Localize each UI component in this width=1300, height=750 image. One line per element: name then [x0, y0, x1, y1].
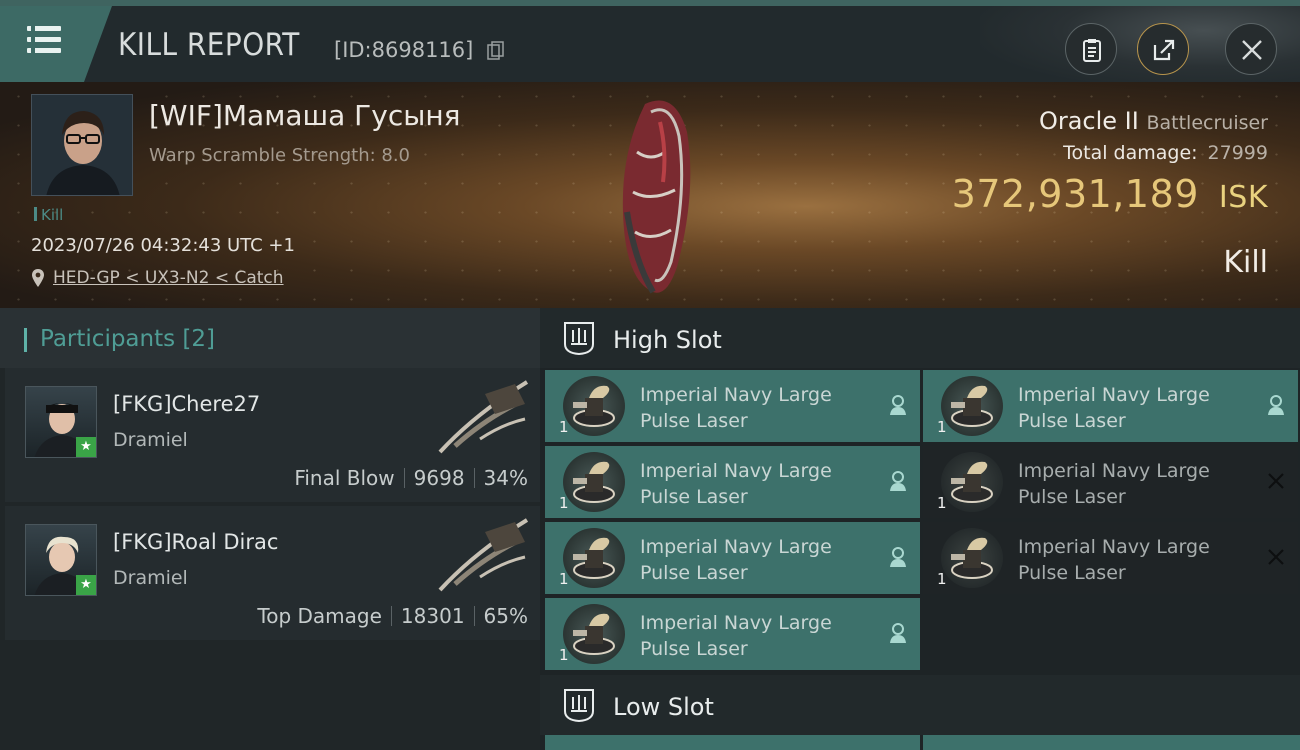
isk-value: 372,931,189 ISK [951, 172, 1268, 216]
destroyed-x-icon [1268, 549, 1284, 565]
fitting-panel: High Slot 1 Imperial Navy Large Pulse Lase… [540, 308, 1300, 750]
pulse-laser-icon [941, 452, 1003, 512]
kill-tag: Kill [34, 206, 63, 224]
participant-stats: Final Blow 9698 34% [294, 466, 528, 490]
clipboard-button[interactable] [1065, 23, 1117, 75]
participant-row[interactable]: ★ [FKG]Chere27 Dramiel Final Blow 9698 34% [5, 368, 540, 502]
high-slot-header: High Slot [540, 308, 1300, 368]
module-quantity: 1 [937, 570, 947, 588]
participant-name[interactable]: [FKG]Roal Dirac [113, 530, 278, 554]
low-slot-icon [564, 689, 594, 723]
dropped-person-icon [890, 471, 906, 491]
module-quantity: 1 [937, 418, 947, 436]
star-icon: ★ [76, 575, 96, 595]
module-tile[interactable]: 1 Imperial Navy Large Pulse Laser [545, 522, 920, 594]
participant-avatar[interactable]: ★ [25, 386, 97, 458]
top-bar: KILL REPORT [ID:8698116] [0, 0, 1300, 88]
menu-button[interactable] [0, 6, 112, 82]
module-quantity: 1 [559, 646, 569, 664]
total-damage: Total damage: 27999 [1063, 142, 1268, 164]
victim-name[interactable]: [WIF]Мамаша Гусыня [149, 99, 460, 132]
kill-location-link[interactable]: HED-GP < UX3-N2 < Catch [53, 268, 284, 288]
victim-portrait[interactable] [31, 94, 133, 196]
dropped-person-icon [890, 395, 906, 415]
participant-row[interactable]: ★ [FKG]Roal Dirac Dramiel Top Damage 1830… [5, 506, 540, 640]
victim-avatar-image [32, 95, 132, 195]
module-name: Imperial Navy Large Pulse Laser [640, 536, 832, 584]
module-tile[interactable]: 1 Imperial Navy Large Pulse Laser [923, 446, 1298, 518]
participant-ship-image[interactable] [425, 512, 535, 592]
pulse-laser-icon [941, 528, 1003, 588]
pulse-laser-icon [563, 528, 625, 588]
destroyed-x-icon [1268, 473, 1284, 489]
close-icon [1242, 40, 1262, 60]
share-icon [1153, 39, 1175, 61]
participants-panel: Participants [2] ★ [FKG]Chere27 Dramiel … [0, 308, 540, 750]
module-name: Imperial Navy Large Pulse Laser [640, 384, 832, 432]
pulse-laser-icon [563, 452, 625, 512]
module-name: Imperial Navy Large Pulse Laser [640, 460, 832, 508]
page-title: KILL REPORT [118, 27, 300, 63]
participant-avatar[interactable]: ★ [25, 524, 97, 596]
low-slot-header: Low Slot [540, 675, 1300, 735]
close-button[interactable] [1225, 23, 1277, 75]
participant-ship-image[interactable] [425, 374, 535, 454]
victim-ship-name[interactable]: Oracle II Battlecruiser [1039, 107, 1268, 135]
report-id: [ID:8698116] [334, 38, 474, 62]
module-name: Imperial Navy Large Pulse Laser [1018, 384, 1210, 432]
pulse-laser-icon [563, 376, 625, 436]
location-pin-icon [32, 269, 44, 287]
participant-stats: Top Damage 18301 65% [257, 604, 528, 628]
module-quantity: 1 [559, 570, 569, 588]
pulse-laser-icon [941, 376, 1003, 436]
victim-ship-image[interactable] [605, 92, 715, 302]
high-slot-icon [564, 322, 594, 356]
clipboard-icon [1083, 39, 1101, 62]
dropped-person-icon [890, 623, 906, 643]
module-name: Imperial Navy Large Pulse Laser [640, 612, 832, 660]
share-button[interactable] [1137, 23, 1189, 75]
participant-ship: Dramiel [113, 429, 188, 451]
copy-icon[interactable] [487, 41, 505, 61]
dropped-person-icon [1268, 395, 1284, 415]
low-slot-module-partial[interactable] [923, 735, 1300, 750]
module-name: Imperial Navy Large Pulse Laser [1018, 536, 1210, 584]
dropped-person-icon [890, 547, 906, 567]
participants-header: Participants [2] [0, 308, 540, 368]
pulse-laser-icon [563, 604, 625, 664]
module-tile[interactable]: 1 Imperial Navy Large Pulse Laser [923, 522, 1298, 594]
participant-ship: Dramiel [113, 567, 188, 589]
kill-datetime: 2023/07/26 04:32:43 UTC +1 [31, 235, 295, 256]
module-quantity: 1 [559, 418, 569, 436]
kill-result-label: Kill [1223, 245, 1268, 280]
participant-name[interactable]: [FKG]Chere27 [113, 392, 260, 416]
module-tile[interactable]: 1 Imperial Navy Large Pulse Laser [545, 446, 920, 518]
star-icon: ★ [76, 437, 96, 457]
module-quantity: 1 [937, 494, 947, 512]
module-tile[interactable]: 1 Imperial Navy Large Pulse Laser [545, 598, 920, 670]
module-quantity: 1 [559, 494, 569, 512]
warp-scramble-strength: Warp Scramble Strength: 8.0 [149, 145, 411, 166]
module-tile[interactable]: 1 Imperial Navy Large Pulse Laser [923, 370, 1298, 442]
module-name: Imperial Navy Large Pulse Laser [1018, 460, 1210, 508]
low-slot-module-partial[interactable] [545, 735, 920, 750]
module-tile[interactable]: 1 Imperial Navy Large Pulse Laser [545, 370, 920, 442]
